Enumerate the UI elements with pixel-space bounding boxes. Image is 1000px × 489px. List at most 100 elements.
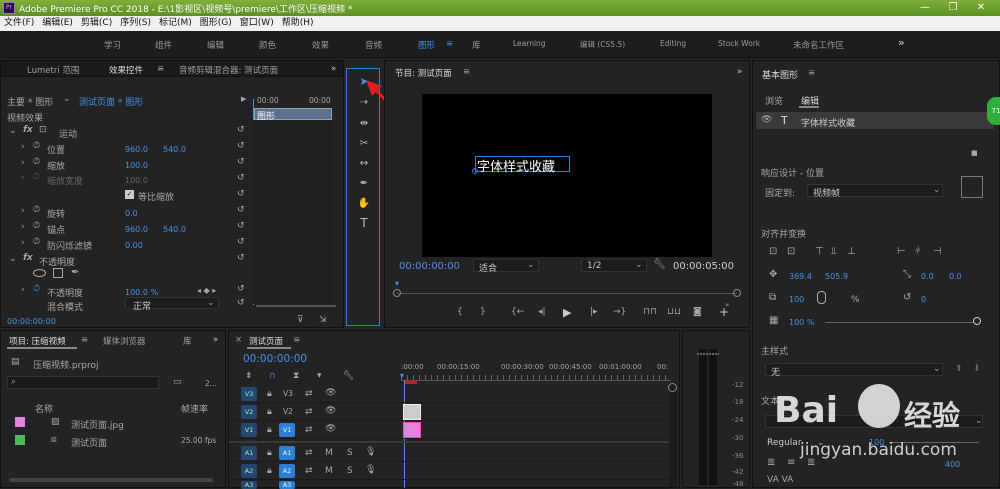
font-style-dropdown-icon[interactable]: ⌄ bbox=[817, 438, 825, 448]
workspace-tab-color[interactable]: 颜色 bbox=[259, 39, 276, 51]
align-vertical-center-icon[interactable]: ⊡ bbox=[769, 246, 777, 257]
zoom-dropdown-icon[interactable]: ⌄ bbox=[527, 260, 535, 270]
sync-lock-icon[interactable]: ⇄ bbox=[305, 425, 313, 435]
source-patch-v3[interactable]: V3 bbox=[241, 387, 257, 401]
play-only-clip-icon[interactable]: ▶ bbox=[241, 95, 246, 103]
close-icon[interactable]: ✕ bbox=[968, 0, 994, 16]
tab-effect-controls[interactable]: 效果控件 bbox=[109, 64, 143, 76]
pin-dropdown-icon[interactable]: ⌄ bbox=[933, 185, 941, 195]
flicker-reset-icon[interactable]: ↺ bbox=[237, 237, 245, 247]
panel-overflow-icon[interactable]: » bbox=[331, 64, 336, 74]
anchor-stopwatch-icon[interactable]: ⏱ bbox=[33, 221, 40, 231]
slip-tool-icon[interactable]: ↔ bbox=[357, 158, 371, 169]
scale-expand-icon[interactable]: › bbox=[21, 158, 25, 168]
workspace-tab-effects[interactable]: 效果 bbox=[312, 39, 329, 51]
timeline-menu-icon[interactable]: ≡ bbox=[293, 335, 300, 345]
mute-button[interactable]: M bbox=[325, 466, 333, 476]
timeline-settings-icon[interactable]: 🔧︎ bbox=[343, 371, 354, 381]
opacity-slider[interactable] bbox=[825, 322, 977, 323]
graphics-anchor-x[interactable]: 0.0 bbox=[921, 272, 934, 281]
align-horizontal-center-icon[interactable]: ⊡ bbox=[787, 246, 795, 257]
opacity-slider-handle[interactable] bbox=[973, 317, 981, 325]
layer-name[interactable]: 字体样式收藏 bbox=[801, 116, 855, 129]
timeline-playhead-icon[interactable]: ▾ bbox=[400, 371, 404, 380]
rotation-value[interactable]: 0.0 bbox=[125, 209, 138, 218]
track-lock-icon[interactable]: 🔒︎ bbox=[267, 407, 272, 417]
font-size-slider[interactable] bbox=[889, 442, 979, 443]
flicker-stopwatch-icon[interactable]: ⏱ bbox=[33, 237, 40, 247]
mark-in-icon[interactable]: { bbox=[457, 307, 463, 317]
push-style-icon[interactable]: ⬆ bbox=[955, 364, 963, 374]
font-style-value[interactable]: Regular bbox=[767, 438, 802, 448]
project-item-name[interactable]: 测试页面 bbox=[71, 436, 107, 449]
scale-reset-icon[interactable]: ↺ bbox=[237, 157, 245, 167]
export-frame-program-icon[interactable]: ◙ bbox=[693, 307, 702, 317]
scale-value[interactable]: 100.0 bbox=[125, 161, 148, 170]
solo-button[interactable]: S bbox=[347, 448, 353, 458]
program-menu-icon[interactable]: ≡ bbox=[463, 67, 470, 77]
align-left-icon[interactable]: ⊢ bbox=[897, 246, 906, 257]
tab-libraries[interactable]: 库 bbox=[183, 335, 192, 347]
track-divider[interactable] bbox=[229, 441, 669, 443]
menu-edit[interactable]: 编辑(E) bbox=[38, 16, 77, 31]
source-patch-a1[interactable]: A1 bbox=[241, 446, 257, 460]
font-family-select[interactable] bbox=[765, 415, 983, 428]
voiceover-mic-icon[interactable]: 🎙︎ bbox=[365, 465, 376, 475]
anchor-point-handle[interactable] bbox=[472, 168, 478, 174]
program-title[interactable]: 节目: 测试页面 bbox=[395, 67, 452, 79]
hand-tool-icon[interactable]: ✋ bbox=[357, 198, 371, 209]
linked-select-icon[interactable]: ⧗ bbox=[293, 371, 299, 381]
column-fps[interactable]: 帧速率 bbox=[181, 402, 208, 415]
rotation-expand-icon[interactable]: › bbox=[21, 206, 25, 216]
menu-sequence[interactable]: 序列(S) bbox=[116, 16, 155, 31]
sync-lock-icon[interactable]: ⇄ bbox=[305, 407, 313, 417]
track-target-v1[interactable]: V1 bbox=[279, 423, 295, 437]
align-center-text-icon[interactable]: ≡ bbox=[787, 457, 795, 468]
go-to-in-icon[interactable]: {← bbox=[511, 307, 524, 317]
mute-button[interactable]: M bbox=[325, 448, 333, 458]
workspace-tab-libraries[interactable]: 库 bbox=[472, 39, 481, 51]
insert-nest-icon[interactable]: ⇟ bbox=[245, 371, 253, 381]
new-bin-icon[interactable]: ▭ bbox=[173, 377, 182, 387]
tab-lumetri-scopes[interactable]: Lumetri 范围 bbox=[27, 64, 79, 76]
position-y[interactable]: 540.0 bbox=[163, 145, 186, 154]
anchor-x[interactable]: 960.0 bbox=[125, 225, 148, 234]
opacity-value[interactable]: 100.0 % bbox=[125, 288, 158, 297]
align-right-icon[interactable]: ⊣ bbox=[933, 246, 942, 257]
uniform-scale-checkbox[interactable]: ✓ bbox=[125, 190, 134, 199]
master-clip-label[interactable]: 主要 * 图形 bbox=[7, 95, 53, 108]
mark-out-icon[interactable]: } bbox=[480, 307, 486, 317]
graphics-opacity[interactable]: 100 % bbox=[789, 318, 814, 327]
program-timecode[interactable]: 00:00:00:00 bbox=[399, 261, 460, 272]
scroll-start-handle[interactable] bbox=[393, 289, 401, 297]
clip-v2-graphic[interactable] bbox=[403, 404, 421, 420]
align-middle-icon[interactable]: ⫫ bbox=[831, 246, 837, 257]
menu-clip[interactable]: 剪辑(C) bbox=[77, 16, 116, 31]
anchor-reset-icon[interactable]: ↺ bbox=[237, 221, 245, 231]
scale-stopwatch-icon[interactable]: ⏱ bbox=[33, 157, 40, 167]
menu-help[interactable]: 帮助(H) bbox=[278, 16, 318, 31]
ec-zoom-scroll[interactable] bbox=[256, 305, 336, 307]
align-left-text-icon[interactable]: ≣ bbox=[767, 457, 775, 468]
item-color-label[interactable] bbox=[15, 435, 25, 445]
item-color-label[interactable] bbox=[15, 417, 25, 427]
pin-edges-widget[interactable] bbox=[961, 176, 983, 198]
align-right-text-icon[interactable]: ≣ bbox=[807, 457, 815, 468]
source-patch-a2[interactable]: A2 bbox=[241, 464, 257, 478]
master-style-dropdown-icon[interactable]: ⌄ bbox=[933, 364, 941, 374]
sync-lock-icon[interactable]: ⇄ bbox=[305, 466, 313, 476]
graphics-pos-y[interactable]: 505.9 bbox=[825, 272, 848, 281]
project-menu-icon[interactable]: ≡ bbox=[81, 335, 88, 345]
tab-media-browser[interactable]: 媒体浏览器 bbox=[103, 335, 146, 347]
side-badge[interactable]: 71 bbox=[987, 97, 1000, 125]
workspace-tab-learning[interactable]: Learning bbox=[513, 39, 546, 48]
ec-timecode[interactable]: 00:00:00:00 bbox=[7, 317, 56, 326]
workspace-tab-graphics[interactable]: 图形 bbox=[418, 39, 435, 51]
workspace-tab-unnamed[interactable]: 未命名工作区 bbox=[793, 39, 844, 51]
voiceover-mic-icon[interactable]: 🎙︎ bbox=[365, 447, 376, 457]
sync-lock-icon[interactable]: ⇄ bbox=[305, 448, 313, 458]
rotation-stopwatch-icon[interactable]: ⏱ bbox=[33, 205, 40, 215]
opacity-section-reset-icon[interactable]: ↺ bbox=[237, 253, 245, 263]
graphics-anchor-y[interactable]: 0.0 bbox=[949, 272, 962, 281]
align-top-icon[interactable]: ⊤ bbox=[815, 246, 824, 257]
